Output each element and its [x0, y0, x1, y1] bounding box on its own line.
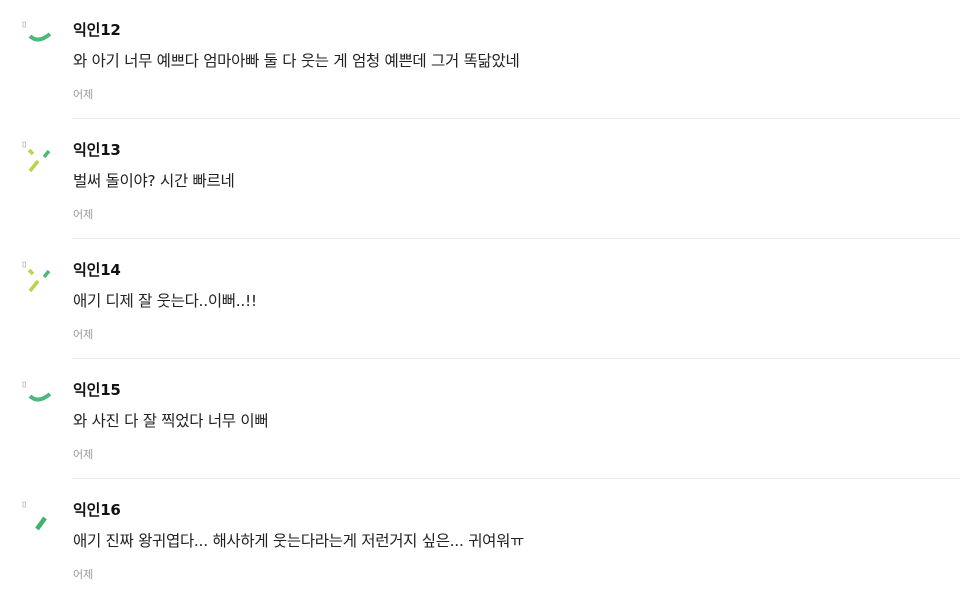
- comment-nickname[interactable]: 익인14: [73, 260, 121, 280]
- lime-dashes-icon: [22, 141, 51, 173]
- avatar[interactable]: [22, 500, 58, 536]
- comment-nickname[interactable]: 익인16: [73, 500, 121, 520]
- comment-content: 익인15 와 사진 다 잘 찍었다 너무 이뻐 어제: [73, 360, 960, 479]
- comment-nickname[interactable]: 익인12: [73, 20, 121, 40]
- avatar[interactable]: [22, 380, 58, 416]
- comment-item: 익인16 애기 진짜 왕귀엽다... 해사하게 웃는다라는게 저런거지 싶은..…: [0, 480, 960, 600]
- comment-item: 익인15 와 사진 다 잘 찍었다 너무 이뻐 어제: [0, 360, 960, 480]
- avatar[interactable]: [22, 140, 58, 176]
- lime-dashes-icon: [22, 261, 51, 293]
- comment-time: 어제: [73, 208, 94, 221]
- comment-content: 익인14 애기 디제 잘 웃는다..이뻐..!! 어제: [73, 240, 960, 359]
- comment-time: 어제: [73, 328, 94, 341]
- green-arc-icon: [22, 381, 52, 402]
- comment-nickname[interactable]: 익인15: [73, 380, 121, 400]
- avatar[interactable]: [22, 260, 58, 296]
- comment-list: 익인12 와 아기 너무 예쁘다 엄마아빠 둘 다 웃는 게 엄청 예쁜데 그거…: [0, 0, 960, 600]
- comment-nickname[interactable]: 익인13: [73, 140, 121, 160]
- comment-item: 익인12 와 아기 너무 예쁘다 엄마아빠 둘 다 웃는 게 엄청 예쁜데 그거…: [0, 0, 960, 120]
- comment-content: 익인13 벌써 돌이야? 시간 빠르네 어제: [73, 120, 960, 239]
- comment-item: 익인13 벌써 돌이야? 시간 빠르네 어제: [0, 120, 960, 240]
- comment-content: 익인12 와 아기 너무 예쁘다 엄마아빠 둘 다 웃는 게 엄청 예쁜데 그거…: [73, 0, 960, 119]
- comment-text: 와 아기 너무 예쁘다 엄마아빠 둘 다 웃는 게 엄청 예쁜데 그거 똑닮았네: [73, 52, 520, 70]
- green-arc-icon: [22, 21, 52, 42]
- comment-text: 애기 디제 잘 웃는다..이뻐..!!: [73, 292, 257, 310]
- comment-item: 익인14 애기 디제 잘 웃는다..이뻐..!! 어제: [0, 240, 960, 360]
- comment-text: 애기 진짜 왕귀엽다... 해사하게 웃는다라는게 저런거지 싶은... 귀여워…: [73, 532, 525, 550]
- green-slash-icon: [22, 501, 47, 531]
- avatar[interactable]: [22, 20, 58, 56]
- comment-content: 익인16 애기 진짜 왕귀엽다... 해사하게 웃는다라는게 저런거지 싶은..…: [73, 480, 960, 598]
- comment-time: 어제: [73, 448, 94, 461]
- comment-text: 와 사진 다 잘 찍었다 너무 이뻐: [73, 412, 269, 430]
- comment-text: 벌써 돌이야? 시간 빠르네: [73, 172, 235, 190]
- comment-time: 어제: [73, 568, 94, 581]
- comment-time: 어제: [73, 88, 94, 101]
